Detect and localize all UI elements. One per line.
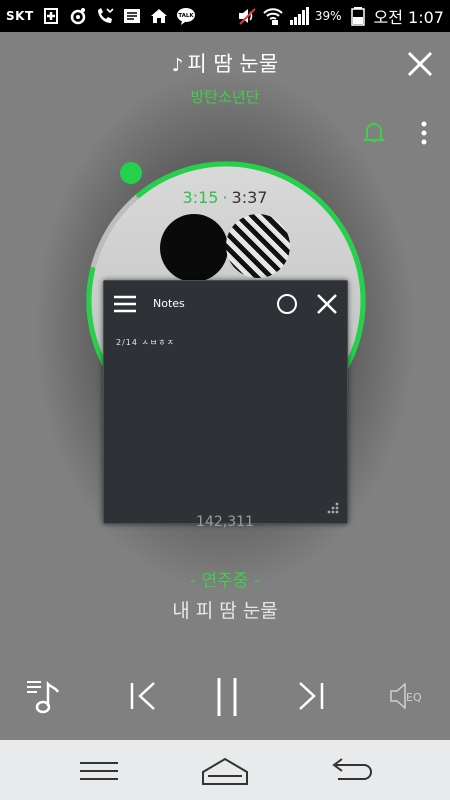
battery-percent: 39% [314,9,342,23]
notes-close-icon[interactable] [316,293,338,315]
speaker-eq-icon: EQ [390,682,422,710]
playlist-icon [27,680,60,714]
lyric-line[interactable]: 내 피 땀 눈물 [0,596,450,623]
pause-button[interactable] [214,676,240,718]
missed-call-icon [95,6,115,26]
mute-icon [237,6,257,26]
now-playing-label: - 연주중 - [190,571,260,591]
pause-icon [217,678,237,716]
total-time: 3:37 [231,188,268,207]
time-display: 3:15 · 3:37 [0,188,450,207]
notes-content[interactable]: 2/14 ㅅㅂㅎㅈ [116,337,175,348]
artist-name[interactable]: 방탄소년단 [0,86,450,107]
current-time: 3:15 [182,188,219,207]
next-button[interactable] [296,680,326,712]
signal-icon [289,6,309,26]
previous-icon [130,682,155,710]
add-icon [41,6,61,26]
notes-title: Notes [153,297,185,310]
notes-menu-icon[interactable] [114,295,136,313]
play-count: 142,311 [196,514,254,530]
resize-handle-icon[interactable] [325,501,339,515]
wifi-icon [263,6,283,26]
news-icon [122,6,142,26]
talk-badge-text: TALK [178,13,194,19]
carrier-label: SKT [6,9,34,23]
eq-label: EQ [406,691,422,704]
bell-icon[interactable] [362,120,386,144]
time-separator: · [222,188,228,207]
status-bar: SKT TALK 39% 오전 1:07 [0,0,450,32]
menu-icon[interactable] [78,760,120,782]
song-title: ♪ 피 땀 눈물 [0,48,450,78]
notes-title-bar[interactable]: Notes [104,281,347,327]
progress-handle[interactable] [120,162,142,184]
notes-floating-window[interactable]: Notes 2/14 ㅅㅂㅎㅈ [103,280,348,524]
equalizer-button[interactable]: EQ [388,680,428,712]
next-icon [299,682,324,710]
back-icon[interactable] [328,756,374,784]
album-art-black-circle [160,214,228,282]
close-button[interactable] [406,50,434,78]
album-art-striped-circle [226,214,290,278]
notes-minimize-icon[interactable] [276,293,298,315]
navigation-bar [0,740,450,800]
more-options-icon[interactable] [420,120,428,146]
clock: 오전 1:07 [373,8,444,27]
battery-icon [348,6,368,26]
home-icon[interactable] [200,756,250,786]
kakaotalk-icon: TALK [176,6,196,26]
song-title-text: 피 땀 눈물 [187,52,279,76]
music-note-icon: ♪ [171,55,184,76]
music-app-icon [68,6,88,26]
playlist-button[interactable] [24,676,64,716]
home-app-icon [149,6,169,26]
previous-button[interactable] [128,680,158,712]
